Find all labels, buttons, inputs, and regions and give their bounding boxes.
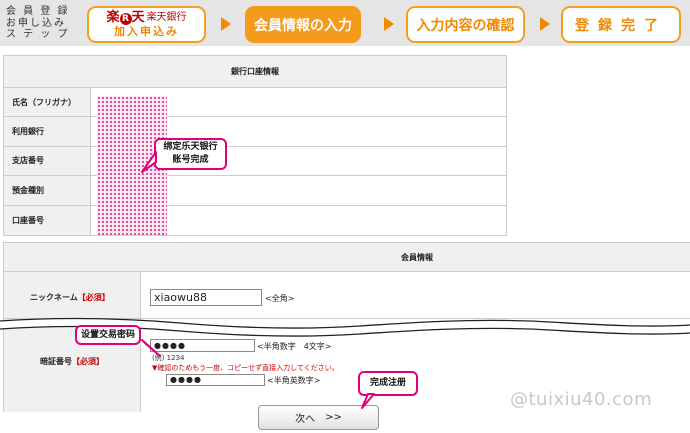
password-confirm-hint: <半角英数字> [267, 376, 321, 385]
password-hint: <半角数字 4文字> [257, 342, 332, 351]
step-arrow-icon [384, 17, 394, 31]
rakuten-bank-name: 楽天銀行 [146, 11, 187, 23]
table-row: 口座番号 [4, 205, 506, 235]
row-label-account-type: 預金種別 [4, 176, 91, 205]
rakuten-logo: 楽R天 [106, 9, 145, 25]
step-member-info: 会員情報の入力 [245, 6, 361, 43]
step-apply: 楽R天 楽天銀行 加入申込み [87, 6, 206, 43]
password-input[interactable]: ●●●● [150, 339, 255, 352]
step-intro-text: 会 員 登 録 お申し込み ス テ ッ プ [6, 6, 70, 40]
password-confirm-input[interactable]: ●●●● [166, 374, 265, 386]
callout-pointer-icon [141, 151, 157, 173]
nickname-input[interactable]: xiaowu88 [150, 289, 262, 306]
required-badge: 【必須】 [77, 293, 110, 302]
next-arrows-icon: >> [325, 412, 342, 423]
step-confirm: 入力内容の確認 [406, 6, 525, 43]
step-complete: 登録完了 [561, 6, 681, 43]
table-row: 利用銀行 [4, 117, 506, 147]
password-confirm-warning: ▼確認のためもう一度、コピーせず直接入力してください。 [152, 364, 339, 372]
callout-pointer-icon [361, 393, 375, 409]
callout-bank-bound: 绑定乐天银行 账号完成 [154, 138, 227, 170]
table-row: 氏名（フリガナ） [4, 88, 506, 118]
callout-pointer-icon [141, 339, 161, 357]
nickname-label: ニックネーム【必須】 [30, 293, 110, 302]
callout-text: 完成注册 [369, 378, 406, 388]
row-label-account-number: 口座番号 [4, 205, 91, 235]
callout-set-password: 设置交易密码 [75, 325, 141, 345]
callout-text: 绑定乐天银行 账号完成 [163, 142, 218, 165]
next-button-label: 次へ [295, 414, 316, 425]
nickname-hint: <全角> [265, 294, 295, 303]
row-label-branch: 支店番号 [4, 146, 91, 176]
table-row: 支店番号 [4, 146, 506, 177]
bank-account-table: 銀行口座情報 氏名（フリガナ） 利用銀行 支店番号 預金種別 口座番号 [3, 55, 507, 236]
member-info-header: 会員情報 [4, 243, 690, 272]
step-arrow-icon [540, 17, 550, 31]
bank-account-header: 銀行口座情報 [4, 56, 506, 88]
step-apply-label: 加入申込み [114, 24, 179, 38]
password-label: 暗証番号【必須】 [40, 357, 104, 366]
required-badge: 【必須】 [72, 357, 104, 366]
row-label-name-kana: 氏名（フリガナ） [4, 88, 91, 117]
watermark: @tuixiu40.com [510, 389, 653, 410]
table-row: 預金種別 [4, 176, 506, 206]
row-label-bank: 利用銀行 [4, 117, 91, 146]
step-arrow-icon [221, 17, 231, 31]
callout-text: 设置交易密码 [81, 329, 136, 340]
